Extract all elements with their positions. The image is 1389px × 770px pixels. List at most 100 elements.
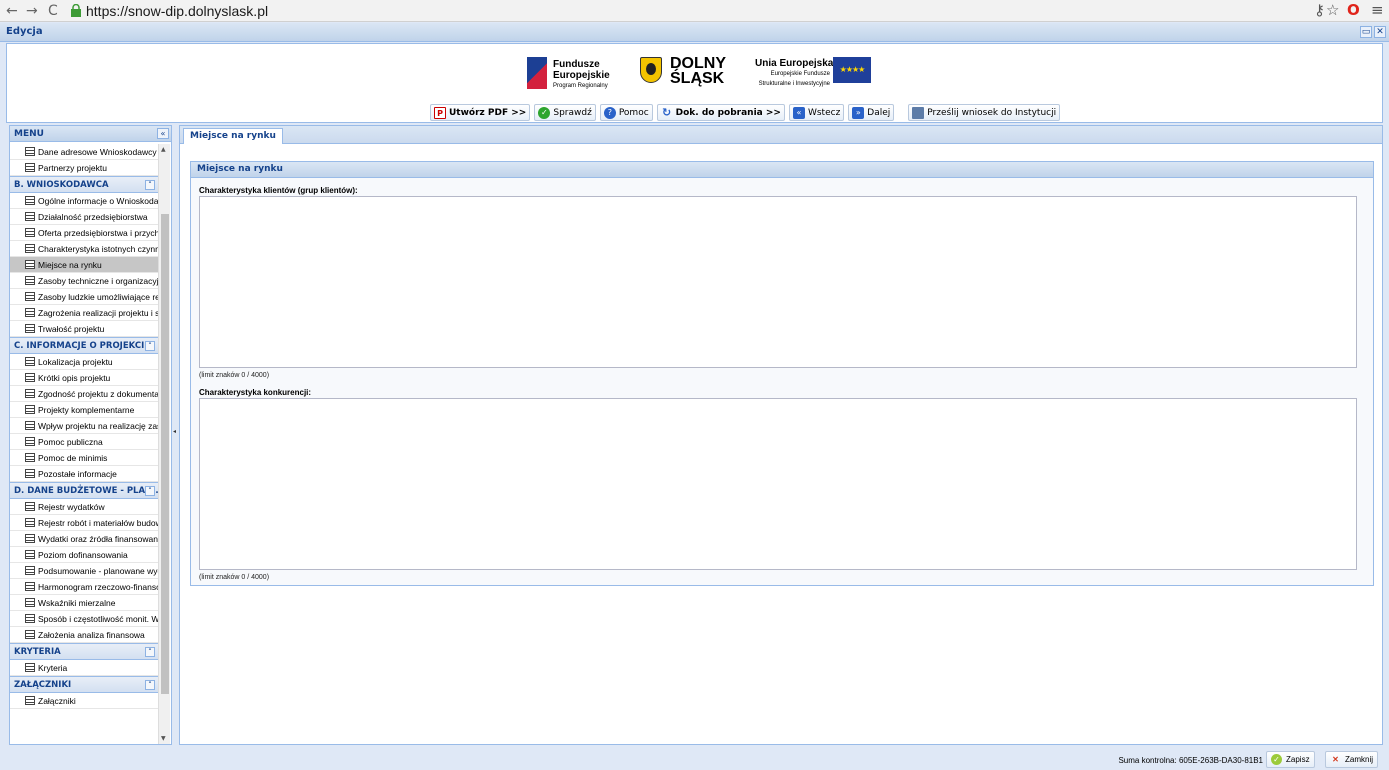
sidebar-item[interactable]: Charakterystyka istotnych czynników: [10, 241, 158, 257]
collapse-sidebar-icon[interactable]: «: [157, 128, 169, 139]
next-button[interactable]: » Dalej: [848, 104, 895, 121]
chevron-up-icon[interactable]: ˄: [145, 341, 155, 351]
scrollbar-thumb[interactable]: [161, 214, 169, 694]
chevron-up-icon[interactable]: ˄: [145, 680, 155, 690]
back-button[interactable]: « Wstecz: [788, 104, 845, 121]
sidebar-item[interactable]: Działalność przedsiębiorstwa: [10, 209, 158, 225]
sidebar-item[interactable]: Wpływ projektu na realizację zasad: [10, 418, 158, 434]
sidebar-item[interactable]: Zasoby techniczne i organizacyjne: [10, 273, 158, 289]
download-docs-button[interactable]: ↻ Dok. do pobrania >>: [656, 104, 785, 121]
status-bar: Suma kontrolna: 605E-263B-DA30-81B1 ✓ Za…: [0, 748, 1389, 770]
sidebar-group-header[interactable]: C. INFORMACJE O PROJEKCIE ˄: [10, 337, 158, 354]
form-icon: [25, 630, 35, 639]
sidebar-item[interactable]: Założenia analiza finansowa: [10, 627, 158, 643]
form-icon: [25, 421, 35, 430]
key-icon[interactable]: ⚷: [1314, 1, 1325, 19]
sidebar-item[interactable]: Rejestr robót i materiałów budowlanych: [10, 515, 158, 531]
sidebar-group-header[interactable]: KRYTERIA ˄: [10, 643, 158, 660]
sidebar-item[interactable]: Zgodność projektu z dokumentami: [10, 386, 158, 402]
tab-miejsce-na-rynku[interactable]: Miejsce na rynku: [183, 128, 283, 144]
form-icon: [25, 598, 35, 607]
sidebar-scrollbar[interactable]: ▲ ▼: [158, 144, 170, 744]
competition-textarea[interactable]: [199, 398, 1357, 570]
sidebar-item[interactable]: Lokalizacja projektu: [10, 354, 158, 370]
sidebar-item[interactable]: Ogólne informacje o Wnioskodawcy: [10, 193, 158, 209]
window-title: Edycja: [6, 26, 43, 37]
sidebar-item[interactable]: Oferta przedsiębiorstwa i przychody: [10, 225, 158, 241]
close-button[interactable]: ✕ Zamknij: [1325, 751, 1379, 768]
chevron-up-icon[interactable]: ˄: [145, 180, 155, 190]
customers-textarea[interactable]: [199, 196, 1357, 368]
sidebar-item[interactable]: Wskaźniki mierzalne: [10, 595, 158, 611]
close-icon[interactable]: ✕: [1374, 26, 1386, 38]
help-button[interactable]: ? Pomoc: [599, 104, 653, 121]
form-icon: [25, 453, 35, 462]
sidebar-item[interactable]: Pomoc publiczna: [10, 434, 158, 450]
check-icon: ✓: [538, 106, 551, 119]
scroll-up-icon[interactable]: ▲: [161, 146, 166, 153]
logo-strip: Fundusze Europejskie Program Regionalny …: [522, 54, 882, 94]
form-icon: [25, 550, 35, 559]
double-chevron-right-icon: »: [852, 106, 865, 119]
scroll-down-icon[interactable]: ▼: [161, 735, 166, 742]
sidebar-item[interactable]: Zasoby ludzkie umożliwiające realizację: [10, 289, 158, 305]
sidebar-item[interactable]: Harmonogram rzeczowo-finansowy: [10, 579, 158, 595]
form-icon: [25, 228, 35, 237]
form-icon: [25, 614, 35, 623]
save-button[interactable]: ✓ Zapisz: [1266, 751, 1315, 768]
competition-label: Charakterystyka konkurencji:: [199, 388, 312, 397]
form-icon: [25, 534, 35, 543]
form-icon: [25, 469, 35, 478]
create-pdf-button[interactable]: P Utwórz PDF >>: [430, 104, 531, 121]
sidebar-item[interactable]: Dane adresowe Wnioskodawcy: [10, 144, 158, 160]
sidebar-item[interactable]: Poziom dofinansowania: [10, 547, 158, 563]
competition-char-limit: (limit znaków 0 / 4000): [199, 574, 270, 581]
form-icon: [25, 389, 35, 398]
address-bar[interactable]: https://snow-dip.dolnyslask.pl: [86, 2, 268, 20]
panel-splitter[interactable]: ◂: [173, 125, 178, 745]
save-icon: ✓: [1271, 754, 1282, 765]
fe-flag-icon: [527, 57, 547, 89]
sidebar-item[interactable]: Rejestr wydatków: [10, 499, 158, 515]
double-chevron-left-icon: «: [792, 106, 805, 119]
sidebar-group-header[interactable]: ZAŁĄCZNIKI ˄: [10, 676, 158, 693]
form-icon: [25, 308, 35, 317]
sidebar-item[interactable]: Trwałość projektu: [10, 321, 158, 337]
sidebar-item[interactable]: Partnerzy projektu: [10, 160, 158, 176]
eu-flag-icon: ★★★★: [833, 57, 871, 83]
menu-icon[interactable]: ≡: [1371, 1, 1384, 19]
sidebar-item[interactable]: Kryteria: [10, 660, 158, 676]
form-icon: [25, 357, 35, 366]
form-icon: [25, 566, 35, 575]
splitter-arrow-icon[interactable]: ◂: [173, 428, 176, 435]
sidebar-item[interactable]: Wydatki oraz źródła finansowania: [10, 531, 158, 547]
pdf-icon: P: [434, 106, 446, 119]
form-icon: [25, 373, 35, 382]
main-panel: Miejsce na rynku Miejsce na rynku Charak…: [179, 125, 1383, 745]
bookmark-star-icon[interactable]: ☆: [1326, 1, 1339, 19]
sidebar-item[interactable]: Pomoc de minimis: [10, 450, 158, 466]
restore-icon[interactable]: ▭: [1360, 26, 1372, 38]
sidebar-item[interactable]: Miejsce na rynku: [10, 257, 158, 273]
reload-icon[interactable]: C: [48, 2, 58, 20]
forward-arrow-icon[interactable]: →: [26, 2, 38, 20]
back-arrow-icon[interactable]: ←: [6, 2, 18, 20]
sidebar-group-header[interactable]: D. DANE BUDŻETOWE - PLAN... ˄: [10, 482, 162, 499]
sidebar-item[interactable]: Projekty komplementarne: [10, 402, 158, 418]
sidebar-item[interactable]: Podsumowanie - planowane wydatki: [10, 563, 158, 579]
opera-icon[interactable]: O: [1347, 1, 1360, 19]
sidebar-group-header[interactable]: B. WNIOSKODAWCA ˄: [10, 176, 158, 193]
sidebar-item[interactable]: Załączniki: [10, 693, 158, 709]
check-button[interactable]: ✓ Sprawdź: [534, 104, 596, 121]
sidebar-item[interactable]: Zagrożenia realizacji projektu i sposoby: [10, 305, 158, 321]
checksum-text: Suma kontrolna: 605E-263B-DA30-81B1: [1118, 756, 1263, 765]
sidebar-item[interactable]: Krótki opis projektu: [10, 370, 158, 386]
sidebar-item[interactable]: Sposób i częstotliwość monit. Wsk.: [10, 611, 158, 627]
customers-char-limit: (limit znaków 0 / 4000): [199, 372, 270, 379]
chevron-up-icon[interactable]: ˄: [145, 647, 155, 657]
sidebar-item[interactable]: Pozostałe informacje: [10, 466, 158, 482]
chevron-up-icon[interactable]: ˄: [145, 486, 155, 496]
form-icon: [25, 437, 35, 446]
form-icon: [25, 212, 35, 221]
send-to-institution-button[interactable]: Prześlij wniosek do Instytucji: [908, 104, 1061, 121]
